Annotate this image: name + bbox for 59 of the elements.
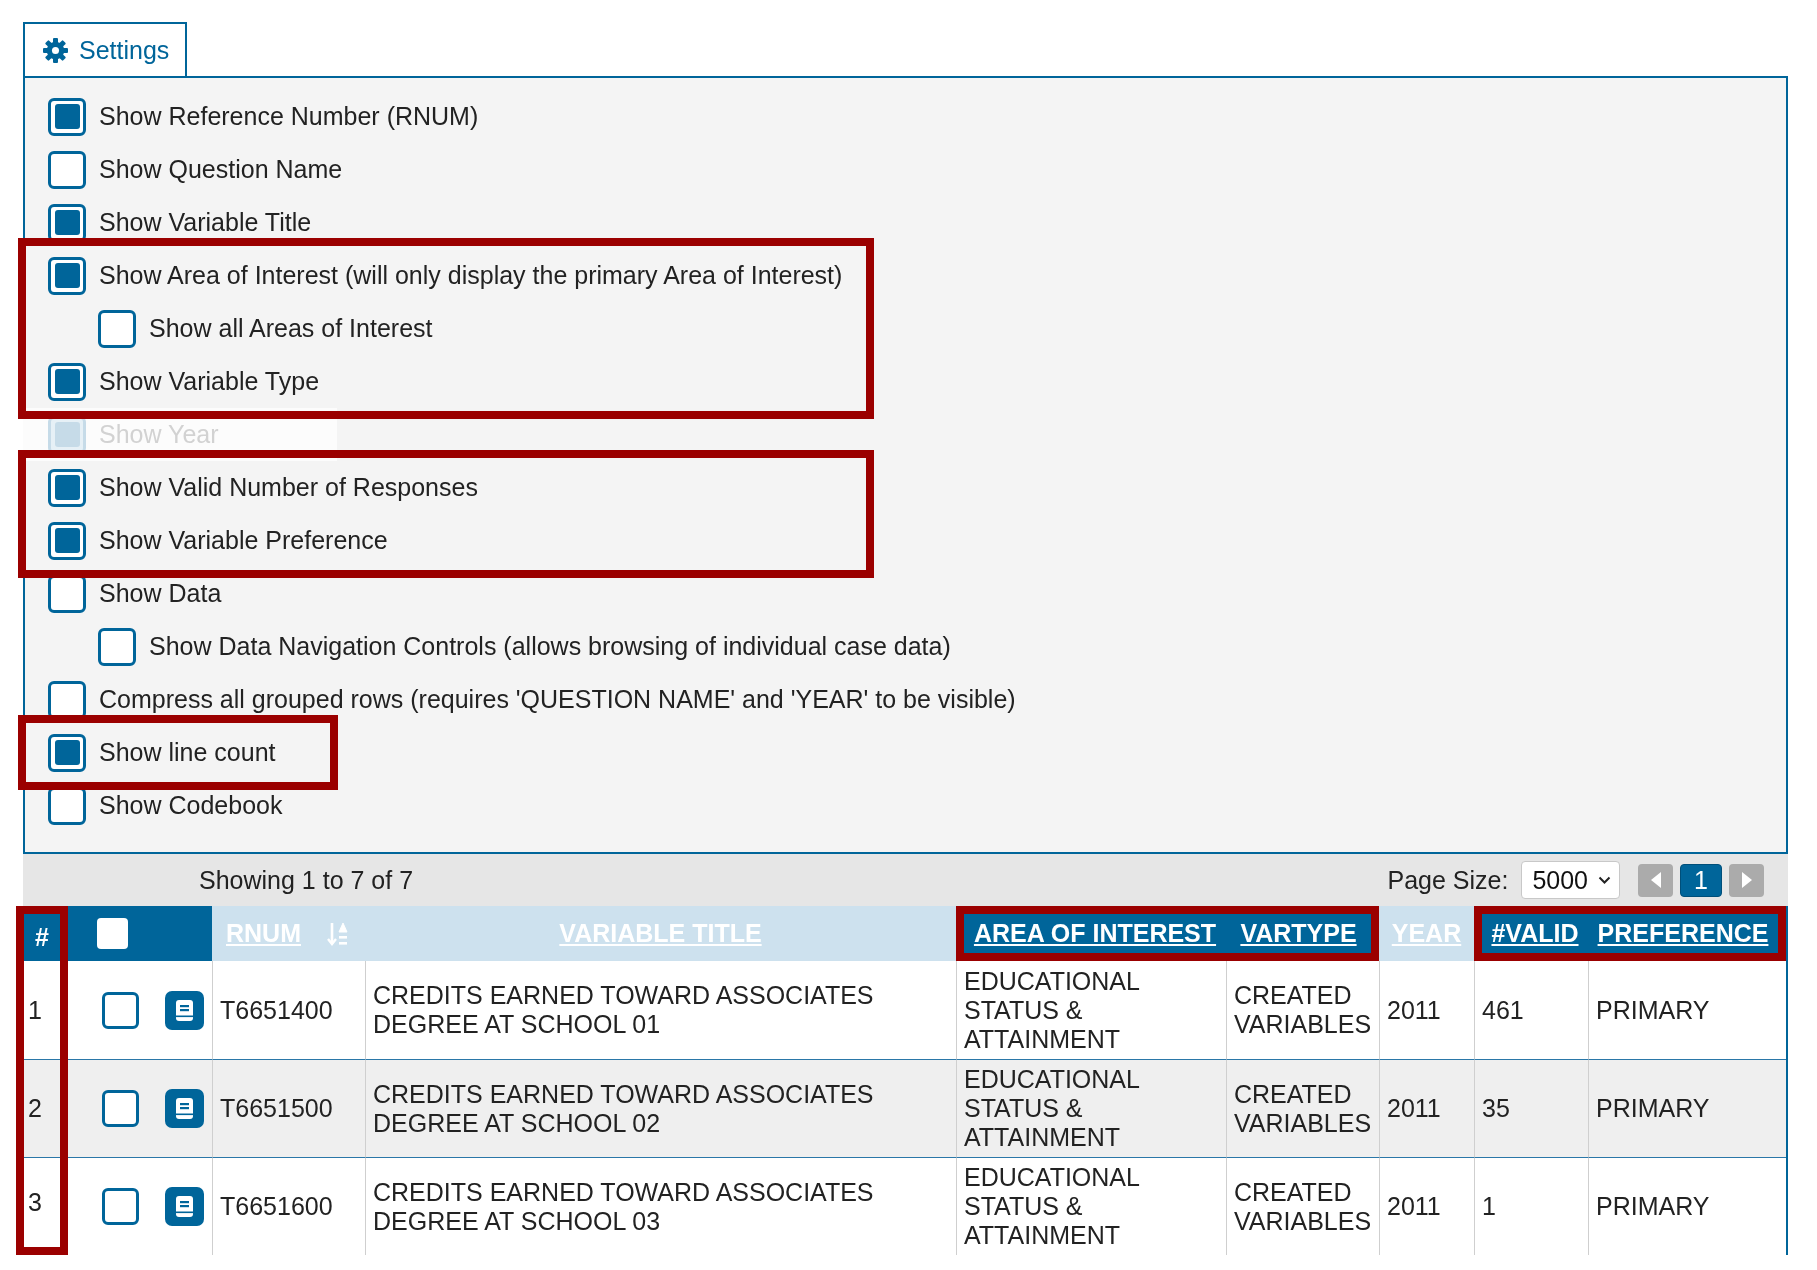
table-cell: T6651600: [212, 1157, 365, 1255]
triangle-right-icon: [1741, 872, 1752, 888]
table-cell: PRIMARY: [1588, 1157, 1786, 1255]
checkbox[interactable]: [98, 627, 136, 666]
row-number: 3: [24, 1157, 60, 1247]
table-cell: CREDITS EARNED TOWARD ASSOCIATES DEGREE AT SCHOOL 03: [365, 1157, 956, 1255]
option-label[interactable]: Show Valid Number of Responses: [99, 473, 478, 502]
book-icon[interactable]: [165, 1187, 204, 1226]
column-header[interactable]: VARTYPE: [1226, 914, 1371, 953]
column-header[interactable]: AREA OF INTEREST: [964, 914, 1226, 953]
row-checkbox[interactable]: [102, 991, 139, 1029]
option-label[interactable]: Show Data: [99, 579, 222, 608]
checkbox[interactable]: [48, 150, 86, 189]
column-header[interactable]: #VALID: [1482, 914, 1588, 953]
option-label[interactable]: Show Variable Preference: [99, 526, 388, 555]
option-label[interactable]: Show Variable Type: [99, 367, 320, 396]
page-button[interactable]: 1: [1680, 863, 1722, 897]
option-label[interactable]: Show all Areas of Interest: [149, 314, 433, 343]
table-cell: CREATED VARIABLES: [1226, 1157, 1379, 1255]
table-cell: 1: [1474, 1157, 1588, 1255]
row-checkbox[interactable]: [102, 1188, 139, 1225]
option-label[interactable]: Show line count: [99, 738, 276, 767]
chevron-down-icon: [1598, 875, 1611, 885]
gear-icon: [43, 37, 68, 63]
table-cell: CREATED VARIABLES: [1226, 1059, 1379, 1157]
settings-tab[interactable]: Settings: [23, 22, 188, 76]
checkbox[interactable]: [48, 521, 86, 560]
checkbox[interactable]: [48, 256, 86, 295]
option-label[interactable]: Show Variable Title: [99, 208, 312, 237]
column-header[interactable]: PREFERENCE: [1588, 914, 1778, 953]
table-cell: PRIMARY: [1588, 1059, 1786, 1157]
checkbox[interactable]: [98, 309, 136, 348]
table-cell: EDUCATIONAL STATUS & ATTAINMENT: [956, 1059, 1226, 1157]
checkbox[interactable]: [48, 362, 86, 401]
page-size-label: Page Size:: [1387, 865, 1509, 895]
table-cell: 35: [1474, 1059, 1588, 1157]
row-number: 2: [24, 1059, 60, 1157]
row-checkbox[interactable]: [102, 1090, 139, 1127]
option-label[interactable]: Show Area of Interest (will only display the primary Area of Interest): [99, 261, 843, 290]
record-count: Showing 1 to 7 of 7: [199, 865, 415, 895]
table-cell: 2011: [1379, 1157, 1474, 1255]
checkbox[interactable]: [48, 97, 86, 136]
book-icon[interactable]: [165, 990, 204, 1030]
table-cell: T6651500: [212, 1059, 365, 1157]
option-label[interactable]: Show Reference Number (RNUM): [99, 102, 479, 131]
column-header: #: [24, 914, 60, 961]
option-label[interactable]: Show Question Name: [99, 155, 343, 184]
page-size-select[interactable]: 5000: [1521, 861, 1620, 899]
table-cell: CREDITS EARNED TOWARD ASSOCIATES DEGREE AT SCHOOL 02: [365, 1059, 956, 1157]
checkbox[interactable]: [48, 733, 86, 772]
select-all-checkbox[interactable]: [97, 918, 128, 949]
table-cell: EDUCATIONAL STATUS & ATTAINMENT: [956, 1157, 1226, 1255]
option-label[interactable]: Show Codebook: [99, 791, 283, 820]
triangle-left-icon: [1650, 872, 1661, 888]
book-icon[interactable]: [165, 1089, 204, 1128]
option-label[interactable]: Show Data Navigation Controls (allows browsing of individual case data): [149, 632, 951, 661]
option-label[interactable]: Compress all grouped rows (requires 'QUESTION NAME' and 'YEAR' to be visible): [99, 685, 1016, 714]
checkbox[interactable]: [48, 468, 86, 507]
table-cell: 2011: [1379, 1059, 1474, 1157]
